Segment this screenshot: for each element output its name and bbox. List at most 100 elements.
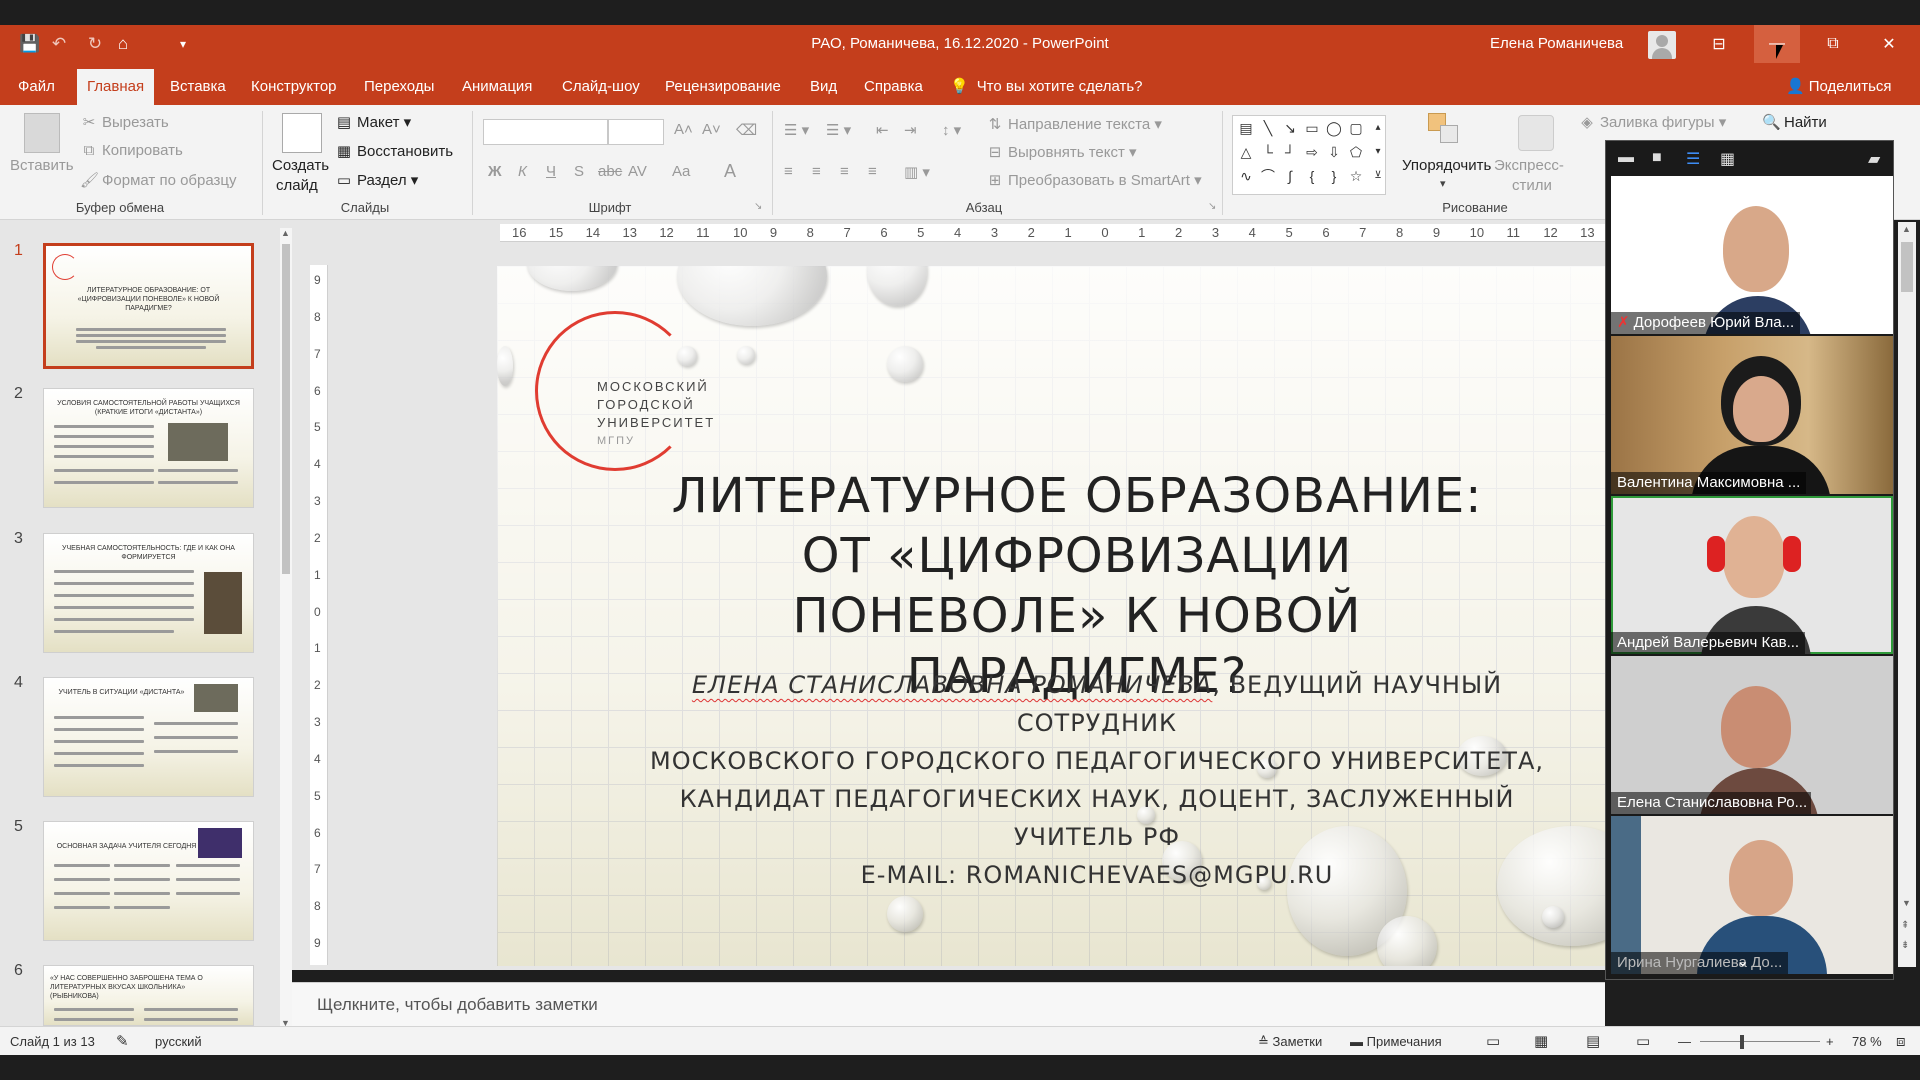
hide-video-icon[interactable]: ■ [1652, 149, 1662, 167]
slide-thumbnail-2[interactable]: УСЛОВИЯ САМОСТОЯТЕЛЬНОЙ РАБОТЫ УЧАЩИХСЯ … [43, 388, 254, 508]
elbow-connector-icon[interactable]: └ [1259, 144, 1277, 160]
undo-icon[interactable]: ↶ [48, 25, 70, 63]
new-slide-icon[interactable] [282, 113, 322, 153]
avatar[interactable] [1648, 31, 1676, 59]
down-arrow-shape-icon[interactable]: ⇩ [1325, 144, 1343, 160]
scroll-up-icon[interactable]: ▲ [281, 228, 290, 238]
slide-thumbnail-4[interactable]: УЧИТЕЛЬ В СИТУАЦИИ «ДИСТАНТА» [43, 677, 254, 797]
right-arrow-shape-icon[interactable]: ⇨ [1303, 144, 1321, 160]
zoom-level[interactable]: 78 % [1852, 1027, 1882, 1056]
minimize-video-icon[interactable]: ▬ [1618, 149, 1634, 167]
slide-thumbnail-6[interactable]: «У НАС СОВЕРШЕННО ЗАБРОШЕНА ТЕМА О ЛИТЕР… [43, 965, 254, 1026]
current-slide[interactable]: МОСКОВСКИЙ ГОРОДСКОЙ УНИВЕРСИТЕТ МГПУ ЛИ… [497, 266, 1605, 966]
save-icon[interactable]: 💾 [19, 25, 40, 63]
zoom-slider[interactable] [1700, 1041, 1820, 1042]
star-shape-icon[interactable]: ☆ [1347, 168, 1365, 184]
zoom-out-icon[interactable]: — [1678, 1027, 1691, 1056]
tab-animations[interactable]: Анимация [452, 69, 542, 105]
elbow-arrow-icon[interactable]: ┘ [1281, 144, 1299, 160]
language-indicator[interactable]: русский [155, 1027, 202, 1056]
line-spacing-icon[interactable]: ↕ ▾ [942, 121, 961, 139]
customize-qat-icon[interactable]: ▾ [176, 25, 190, 63]
quick-styles-icon[interactable] [1518, 115, 1554, 151]
rounded-rect-shape-icon[interactable]: ▢ [1347, 120, 1365, 136]
scroll-up-icon[interactable]: ▲ [1902, 224, 1911, 234]
slide-scrollbar[interactable]: ▲ ▼ ⇞ ⇟ [1898, 222, 1916, 967]
arrange-button[interactable]: Упорядочить [1402, 157, 1491, 174]
cut-button[interactable]: ✂ Вырезать [80, 113, 169, 131]
format-painter-button[interactable]: 🖌 Формат по образцу [80, 171, 237, 189]
font-color-icon[interactable]: A [724, 161, 736, 182]
bullets-icon[interactable]: ☰ ▾ [784, 121, 809, 139]
redo-icon[interactable]: ↻ [84, 25, 106, 63]
video-tile[interactable]: Андрей Валерьевич Кав... [1611, 496, 1893, 654]
section-button[interactable]: ▭ Раздел ▾ [335, 171, 418, 189]
zoom-video-panel[interactable]: ▬ ■ ☰ ▦ ▰ ✗ Дорофеев Юрий Вла... Валентин… [1605, 140, 1894, 980]
increase-indent-icon[interactable]: ⇥ [904, 121, 917, 139]
close-button[interactable]: ✕ [1866, 25, 1912, 63]
scrollbar-thumb[interactable] [1901, 242, 1913, 292]
gallery-scroll-up-icon[interactable]: ▴ [1369, 120, 1387, 136]
arrow-line-shape-icon[interactable]: ↘ [1281, 120, 1299, 136]
justify-icon[interactable]: ≡ [868, 163, 877, 180]
smartart-button[interactable]: ⊞ Преобразовать в SmartArt ▾ [986, 171, 1202, 189]
bold-icon[interactable]: Ж [488, 163, 502, 180]
columns-icon[interactable]: ▥ ▾ [904, 163, 930, 181]
grow-font-icon[interactable]: A˄ [674, 121, 693, 138]
arc-shape-icon[interactable]: ⌒ [1259, 168, 1277, 184]
font-dialog-launcher-icon[interactable]: ↘ [754, 201, 762, 212]
slide-counter[interactable]: Слайд 1 из 13 [10, 1027, 95, 1056]
slide-thumbnails-panel[interactable]: 1 ЛИТЕРАТУРНОЕ ОБРАЗОВАНИЕ: ОТ «ЦИФРОВИЗ… [0, 220, 292, 1028]
gallery-scroll-down-icon[interactable]: ▾ [1369, 144, 1387, 160]
zoom-in-icon[interactable]: + [1826, 1027, 1834, 1056]
tab-help[interactable]: Справка [854, 69, 933, 105]
paste-button[interactable]: Вставить [10, 157, 74, 174]
pentagon-shape-icon[interactable]: ⬠ [1347, 144, 1365, 160]
decrease-indent-icon[interactable]: ⇤ [876, 121, 889, 139]
previous-slide-icon[interactable]: ⇞ [1901, 920, 1909, 931]
notes-pane[interactable]: Щелкните, чтобы добавить заметки [292, 982, 1605, 1026]
video-tile[interactable]: Елена Станиславовна Ро... [1611, 656, 1893, 814]
ribbon-display-options-icon[interactable]: ⊟ [1696, 25, 1742, 63]
copy-button[interactable]: ⧉ Копировать [80, 142, 183, 159]
italic-icon[interactable]: К [518, 163, 527, 180]
slideshow-view-icon[interactable]: ▭ [1636, 1027, 1650, 1056]
slide-thumbnail-1[interactable]: ЛИТЕРАТУРНОЕ ОБРАЗОВАНИЕ: ОТ «ЦИФРОВИЗАЦ… [43, 243, 254, 369]
find-button[interactable]: 🔍 Найти [1762, 113, 1827, 131]
quick-styles-label-2[interactable]: стили [1512, 177, 1552, 194]
line-shape-icon[interactable]: ╲ [1259, 120, 1277, 136]
thumbnails-scrollbar[interactable]: ▲ ▼ [280, 228, 292, 1028]
curve-shape-icon[interactable]: ∿ [1237, 168, 1255, 184]
reset-button[interactable]: ▦ Восстановить [335, 142, 453, 160]
clear-formatting-icon[interactable]: ⌫ [736, 121, 757, 139]
gallery-view-icon[interactable]: ▦ [1720, 149, 1735, 169]
tab-design[interactable]: Конструктор [241, 69, 347, 105]
align-center-icon[interactable]: ≡ [812, 163, 821, 180]
comments-button[interactable]: ▬ Примечания [1350, 1027, 1442, 1056]
left-brace-shape-icon[interactable]: { [1303, 168, 1321, 184]
arrange-icon[interactable] [1428, 113, 1464, 149]
share-button[interactable]: 👤 Поделиться [1786, 69, 1892, 105]
paragraph-dialog-launcher-icon[interactable]: ↘ [1208, 201, 1216, 212]
reading-view-icon[interactable]: ▤ [1586, 1027, 1600, 1056]
align-text-button[interactable]: ⊟ Выровнять текст ▾ [986, 143, 1137, 161]
arrange-dropdown-icon[interactable]: ▾ [1440, 177, 1446, 190]
layout-button[interactable]: ▤ Макет ▾ [335, 113, 411, 131]
video-tile[interactable]: Ирина Нургалиева До... [1611, 816, 1893, 974]
start-presentation-icon[interactable]: ⌂ [112, 25, 134, 63]
fit-to-window-icon[interactable]: ⧈ [1896, 1027, 1906, 1056]
zoom-slider-thumb[interactable] [1740, 1035, 1744, 1049]
tab-home[interactable]: Главная [77, 69, 155, 105]
speaker-view-icon[interactable]: ☰ [1686, 149, 1700, 169]
normal-view-icon[interactable]: ▭ [1486, 1027, 1500, 1056]
tab-slideshow[interactable]: Слайд-шоу [552, 69, 650, 105]
tab-review[interactable]: Рецензирование [655, 69, 791, 105]
quick-styles-label-1[interactable]: Экспресс- [1494, 157, 1564, 174]
video-tile[interactable]: Валентина Максимовна ... [1611, 336, 1893, 494]
spelling-check-icon[interactable]: ✎ [116, 1027, 129, 1056]
chevron-down-icon[interactable]: ⌄ [1736, 951, 1749, 971]
char-spacing-icon[interactable]: AV [628, 163, 647, 180]
slide-sorter-icon[interactable]: ▦ [1534, 1027, 1548, 1056]
triangle-shape-icon[interactable]: △ [1237, 144, 1255, 160]
video-tile[interactable]: ✗ Дорофеев Юрий Вла... [1611, 176, 1893, 334]
